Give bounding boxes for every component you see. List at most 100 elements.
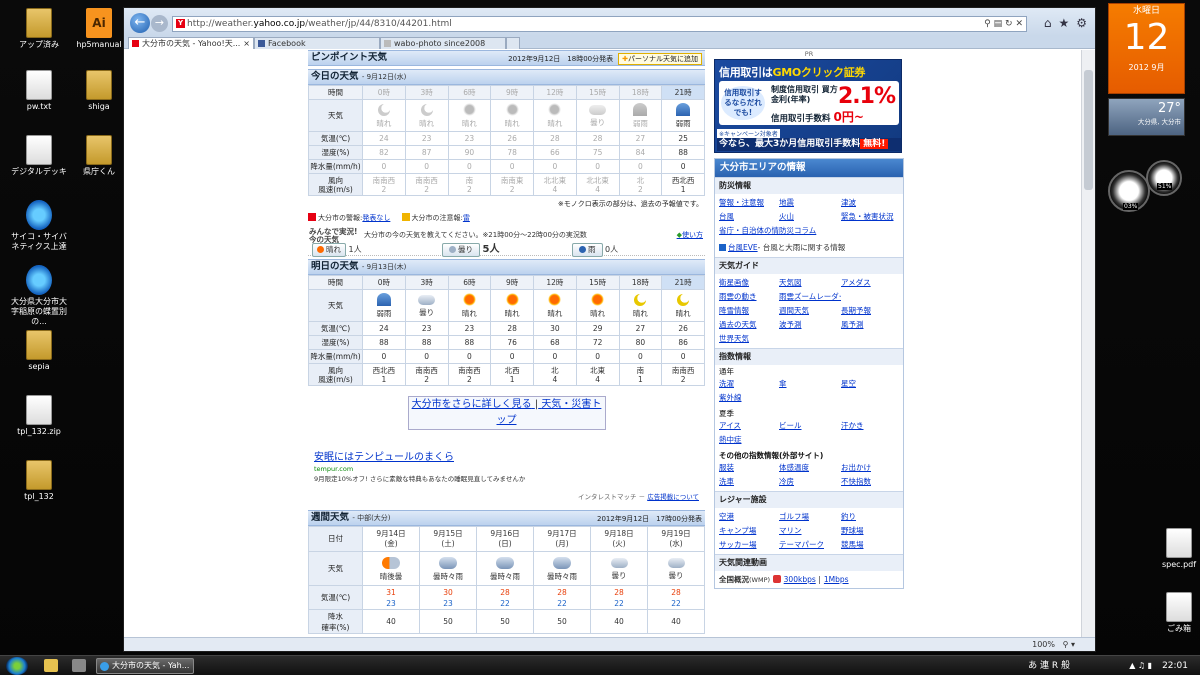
minna-howto-link[interactable]: ◆使い方 [677,230,703,240]
desktop-icon[interactable]: 大分県大分市大字稲原の蝶置別の... [10,265,68,327]
info-link[interactable]: アメダス [841,277,903,288]
info-link[interactable]: 天気図 [779,277,841,288]
info-link[interactable]: 釣り [841,511,903,522]
info-link[interactable]: 不快指数 [841,476,903,487]
info-link[interactable]: 世界天気 [719,333,779,344]
stop-icon[interactable]: ✕ [1015,19,1023,29]
ad-domain[interactable]: tempur.com [308,465,705,473]
info-link[interactable]: 星空 [841,378,903,389]
warning-link[interactable]: 発表なし [362,214,390,222]
info-link[interactable]: 防災コラム [779,225,841,236]
info-link[interactable]: 省庁・自治体の情報 [719,225,779,236]
weather-gadget[interactable]: 27° 大分県, 大分市 [1108,98,1185,136]
ad-title-link[interactable]: 安眠にはテンピュールのまくら [308,448,705,463]
video-300k-link[interactable]: 300kbps [784,575,816,584]
eve-link[interactable]: 台風EVE [728,243,758,252]
info-link[interactable]: 津波 [841,197,903,208]
desktop-icon[interactable]: shiga [70,70,128,112]
info-link[interactable]: 洗濯 [719,378,779,389]
info-link[interactable]: 服装 [719,462,779,473]
info-link[interactable]: ゴルフ場 [779,511,841,522]
info-link[interactable]: 緊急・被害状況 [841,211,903,222]
info-link[interactable]: キャンプ場 [719,525,779,536]
scroll-thumb[interactable] [1084,70,1093,190]
info-link[interactable]: マリン [779,525,841,536]
ad-credit-link[interactable]: 広告掲載について [647,493,699,501]
compat-view-icon[interactable]: ▤ [994,19,1003,29]
start-button-icon[interactable] [6,657,28,675]
info-link[interactable]: 衛星画像 [719,277,779,288]
info-link[interactable]: 台風 [719,211,779,222]
desktop-icon[interactable]: 県庁くん [70,135,128,177]
tab-facebook[interactable]: Facebook [254,37,380,49]
explorer-icon[interactable] [44,659,58,672]
info-link[interactable]: 競馬場 [841,539,903,550]
info-link[interactable]: 波予測 [779,319,841,330]
info-link[interactable]: テーマパーク [779,539,841,550]
info-link[interactable]: 汗かき [841,420,903,431]
info-link[interactable]: 地震 [779,197,841,208]
personal-weather-button[interactable]: ✚パーソナル天気に追加 [618,53,702,65]
desktop-icon[interactable]: tpl_132.zip [10,395,68,437]
tab-close-icon[interactable]: × [243,38,250,49]
ime-bar[interactable]: あ 連 R 般 [1028,656,1070,675]
info-link[interactable]: ビール [779,420,841,431]
info-link[interactable]: 風予測 [841,319,903,330]
info-link[interactable]: 傘 [779,378,841,389]
desktop-icon[interactable]: tpl_132 [10,460,68,502]
zoom-control[interactable]: ⚲ 100% ▾ [1032,638,1075,651]
gmo-banner-ad[interactable]: 信用取引はGMOクリック証券 信用取引するならだれでも! 制度信用取引 買方金利… [714,59,902,153]
desktop-icon[interactable]: ごみ箱 [1150,592,1200,634]
refresh-icon[interactable]: ↻ [1005,19,1013,29]
desktop-icon[interactable]: サイコ・サイバネティクス上達 [10,200,68,252]
desktop-icon[interactable]: spec.pdf [1150,528,1200,570]
info-link[interactable]: 降雪情報 [719,305,779,316]
clock[interactable]: 22:01 [1162,656,1188,675]
info-link[interactable]: 紫外線 [719,392,779,403]
tray-icons[interactable]: ▲ ♫ ▮ [1129,656,1152,675]
info-link[interactable]: 雨雲の動き [719,291,779,302]
address-bar[interactable]: Y http://weather.yahoo.co.jp/weather/jp/… [172,16,1027,32]
video-1m-link[interactable]: 1Mbps [824,575,849,584]
weekly-date-cell: 9月18日 (火) [590,526,648,552]
info-link[interactable]: 火山 [779,211,841,222]
search-icon[interactable]: ⚲ [984,19,991,29]
forward-button[interactable]: → [151,15,168,32]
detail-link[interactable]: 大分市をさらに詳しく見る [412,399,532,410]
back-button[interactable]: ← [130,13,150,33]
new-tab-button[interactable] [506,37,520,49]
desktop-icon[interactable]: Ai hp5manual [70,8,128,50]
desktop-icon[interactable]: デジタルデッキ [10,135,68,177]
info-link[interactable]: 体感温度 [779,462,841,473]
info-link[interactable]: アイス [719,420,779,431]
favorites-star-icon[interactable]: ★ [1058,16,1069,30]
info-link[interactable]: 長期予報 [841,305,903,316]
info-link[interactable]: お出かけ [841,462,903,473]
tab-yahoo-weather[interactable]: 大分市の天気 - Yahoo!天... × [128,37,254,49]
settings-gear-icon[interactable]: ⚙ [1076,16,1087,30]
tab-wabo-photo[interactable]: wabo-photo since2008 [380,37,506,49]
vote-rain-button[interactable]: 雨 [572,243,603,257]
desktop-icon[interactable]: sepia [10,330,68,372]
info-link[interactable]: 熱中症 [719,434,779,445]
desktop-icon[interactable]: pw.txt [10,70,68,112]
info-link[interactable]: 週間天気 [779,305,841,316]
info-link[interactable]: 警報・注意報 [719,197,779,208]
desktop-show-icon[interactable] [72,659,86,672]
info-link[interactable]: サッカー場 [719,539,779,550]
desktop-icon[interactable]: アップ済み [10,8,68,50]
info-link[interactable]: 冷房 [779,476,841,487]
info-link[interactable]: 野球場 [841,525,903,536]
home-icon[interactable]: ⌂ [1044,16,1052,30]
taskbar-browser-item[interactable]: 大分市の天気 - Yah... [96,658,194,674]
info-link[interactable]: 過去の天気 [719,319,779,330]
vote-cloudy-button[interactable]: 曇り [442,243,480,257]
vote-sunny-button[interactable]: 晴れ [312,243,346,257]
calendar-gadget[interactable]: 水曜日 12 2012 9月 [1108,3,1185,94]
info-link[interactable]: 空港 [719,511,779,522]
memory-gauge-icon[interactable] [1146,160,1182,196]
info-link[interactable]: 雨雲ズームレーダー [779,291,841,302]
info-link[interactable]: 洗車 [719,476,779,487]
advisory-link[interactable]: 雷 [463,214,470,222]
vertical-scrollbar[interactable] [1081,50,1095,638]
